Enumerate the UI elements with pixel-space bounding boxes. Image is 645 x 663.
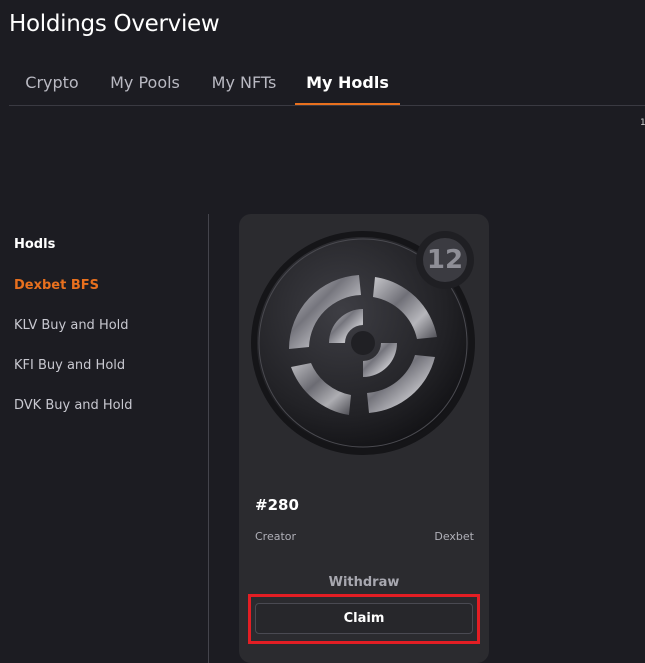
creator-label: Creator [255, 530, 297, 543]
sidebar-divider [208, 214, 209, 663]
creator-value: Dexbet [434, 530, 474, 543]
holdings-page: Holdings Overview Crypto My Pools My NFT… [0, 0, 645, 663]
nft-id: #280 [255, 496, 299, 514]
tab-crypto[interactable]: Crypto [9, 62, 95, 104]
clipped-edge-text: 1 [640, 118, 645, 128]
sidebar-item-kfi[interactable]: KFI Buy and Hold [14, 356, 194, 376]
page-title: Holdings Overview [9, 11, 220, 37]
sidebar-heading: Hodls [14, 237, 56, 252]
hodl-nft-card: 12 #280 Creator Dexbet Withdraw Claim [239, 214, 489, 663]
claim-button[interactable]: Claim [255, 603, 473, 634]
badge-count: 12 [423, 238, 467, 282]
tab-my-nfts[interactable]: My NFTs [204, 62, 284, 104]
sidebar-item-dexbet-bfs[interactable]: Dexbet BFS [14, 276, 194, 296]
tab-my-pools[interactable]: My Pools [105, 62, 185, 104]
sidebar-item-dvk[interactable]: DVK Buy and Hold [14, 396, 194, 416]
tab-bar: Crypto My Pools My NFTs My Hodls [9, 62, 645, 106]
sidebar-item-klv[interactable]: KLV Buy and Hold [14, 316, 194, 336]
count-badge: 12 [416, 231, 474, 289]
withdraw-label: Withdraw [328, 575, 400, 590]
hodls-sidebar: Hodls Dexbet BFS KLV Buy and Hold KFI Bu… [14, 235, 194, 416]
tab-my-hodls[interactable]: My Hodls [295, 62, 400, 105]
